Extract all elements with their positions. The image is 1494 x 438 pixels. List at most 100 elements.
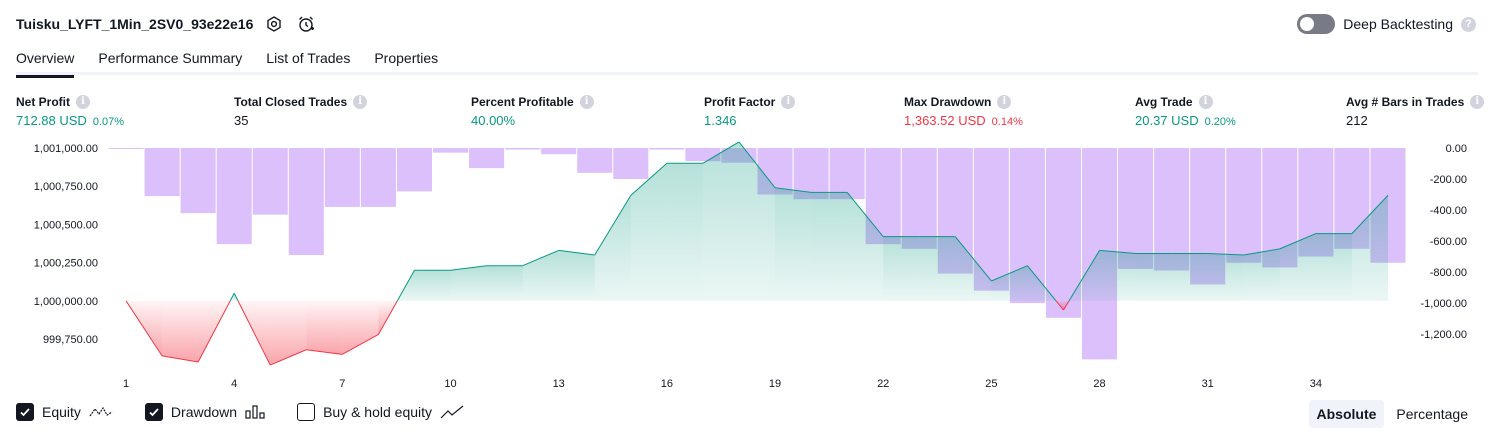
alarm-clock-icon[interactable] xyxy=(295,13,317,35)
equity-area-profit xyxy=(486,265,523,301)
stat-value: 212 xyxy=(1346,113,1368,128)
tab-bar: Overview Performance Summary List of Tra… xyxy=(16,44,1478,78)
legend-label: Drawdown xyxy=(170,404,238,420)
info-icon[interactable]: i xyxy=(76,94,90,109)
equity-area-profit xyxy=(594,195,631,301)
info-icon[interactable]: i xyxy=(1470,94,1485,109)
stat-value: 20.37 USD xyxy=(1135,113,1199,128)
stat-percent: 0.07% xyxy=(92,116,125,128)
info-icon[interactable]: i xyxy=(781,94,796,109)
x-axis-tick-label: 4 xyxy=(231,378,237,390)
drawdown-bar xyxy=(1154,148,1190,271)
settings-icon[interactable] xyxy=(263,13,285,35)
help-icon[interactable]: ? xyxy=(1461,16,1476,32)
legend-label: Equity xyxy=(42,404,81,420)
drawdown-bar xyxy=(1118,148,1154,269)
right-axis-tick-label: -1,000.00 xyxy=(1421,298,1467,310)
drawdown-bar xyxy=(360,148,396,207)
legend-drawdown[interactable]: Drawdown xyxy=(144,403,265,421)
equity-area-profit xyxy=(1315,233,1352,301)
x-axis-tick-label: 13 xyxy=(553,378,565,390)
checkmark-icon xyxy=(20,408,30,417)
equity-area-profit xyxy=(811,192,848,301)
drawdown-bar xyxy=(216,148,252,245)
stat-avg-trade: Avg Trade i 20.37 USD 0.20% xyxy=(1135,94,1236,128)
drawdown-bar xyxy=(829,148,865,200)
equity-area-profit xyxy=(702,141,739,301)
info-icon[interactable]: i xyxy=(1198,94,1213,109)
right-axis-tick-label: -600.00 xyxy=(1430,236,1467,248)
equity-drawdown-chart[interactable]: 1,001,000.00 1,000,750.00 1,000,500.00 1,00… xyxy=(0,140,1494,392)
equity-area-profit xyxy=(1135,253,1172,301)
stat-value: 35 xyxy=(234,113,249,128)
left-axis-tick-label: 1,000,500.00 xyxy=(34,219,98,231)
equity-area-profit xyxy=(558,250,595,301)
drawdown-bar xyxy=(541,148,577,155)
x-axis-tick-label: 28 xyxy=(1093,378,1105,390)
equity-area-profit xyxy=(630,163,667,301)
tab-overview[interactable]: Overview xyxy=(16,44,75,78)
stat-max-drawdown: Max Drawdown i 1,363.52 USD 0.14% xyxy=(904,94,1023,128)
deep-backtesting: Deep Backtesting ? xyxy=(1297,14,1476,34)
drawdown-bars-icon xyxy=(245,405,265,419)
display-mode-switch: Absolute Percentage xyxy=(1308,400,1477,428)
legend-buy-hold[interactable]: Buy & hold equity xyxy=(297,403,464,421)
info-icon[interactable]: i xyxy=(353,94,368,109)
equity-area-profit xyxy=(883,236,920,301)
x-axis-tick-label: 1 xyxy=(123,378,129,390)
drawdown-bar xyxy=(469,148,505,169)
drawdown-bar xyxy=(108,148,144,149)
stat-value: 1,363.52 USD xyxy=(904,113,986,128)
equity-area-profit xyxy=(666,163,703,301)
info-icon[interactable]: i xyxy=(997,94,1012,109)
left-axis-tick-label: 1,000,750.00 xyxy=(34,181,98,193)
equity-area-profit xyxy=(1243,248,1280,301)
equity-line-icon xyxy=(89,405,113,419)
tab-performance-summary[interactable]: Performance Summary xyxy=(98,44,242,75)
drawdown-bar xyxy=(288,148,324,255)
deep-backtesting-label: Deep Backtesting xyxy=(1343,16,1453,32)
equity-area-loss xyxy=(306,300,343,355)
buy-hold-checkbox[interactable] xyxy=(297,403,316,421)
right-axis-tick-label: -800.00 xyxy=(1430,267,1467,279)
stat-label: Percent Profitable xyxy=(471,94,574,109)
drawdown-checkbox[interactable] xyxy=(144,403,163,421)
stat-label: Max Drawdown xyxy=(904,94,992,109)
x-axis-tick-label: 10 xyxy=(444,378,456,390)
deep-backtesting-toggle[interactable] xyxy=(1297,14,1336,34)
x-axis-tick-label: 25 xyxy=(985,378,997,390)
x-axis-tick-label: 7 xyxy=(339,378,345,390)
equity-area-profit xyxy=(1099,250,1136,301)
drawdown-bar xyxy=(505,148,541,150)
legend-equity[interactable]: Equity xyxy=(16,403,113,421)
stat-label: Avg # Bars in Trades xyxy=(1346,94,1465,109)
equity-area-profit xyxy=(414,270,451,301)
percentage-button[interactable]: Percentage xyxy=(1388,400,1476,428)
tab-properties[interactable]: Properties xyxy=(374,44,438,75)
stat-net-profit: Net Profit i 712.88 USD 0.07% xyxy=(16,94,124,128)
equity-area-profit xyxy=(450,265,487,301)
buy-hold-line-icon xyxy=(440,405,464,419)
legend-label: Buy & hold equity xyxy=(323,404,433,420)
stat-label: Net Profit xyxy=(16,94,70,109)
title-bar: Tuisku_LYFT_1Min_2SV0_93e22e16 xyxy=(16,12,317,36)
stat-label: Avg Trade xyxy=(1135,94,1193,109)
drawdown-bar xyxy=(180,148,216,214)
info-icon[interactable]: i xyxy=(579,94,594,109)
drawdown-bar xyxy=(144,148,180,197)
drawdown-bar xyxy=(901,148,937,249)
equity-area-profit xyxy=(1207,253,1244,301)
stat-value: 1.346 xyxy=(704,113,737,128)
stat-percent-profitable: Percent Profitable i 40.00% xyxy=(471,94,594,128)
equity-checkbox[interactable] xyxy=(16,403,34,421)
absolute-button[interactable]: Absolute xyxy=(1308,400,1385,428)
drawdown-bar xyxy=(252,148,288,215)
toggle-knob xyxy=(1300,17,1315,31)
stat-profit-factor: Profit Factor i 1.346 xyxy=(704,94,796,128)
x-axis-tick-label: 31 xyxy=(1202,378,1214,390)
left-axis-tick-label: 999,750.00 xyxy=(43,334,98,346)
right-axis-tick-label: -200.00 xyxy=(1430,174,1467,186)
drawdown-bar xyxy=(1226,148,1262,263)
stat-value: 712.88 USD xyxy=(16,113,87,128)
tab-list-of-trades[interactable]: List of Trades xyxy=(266,44,350,75)
